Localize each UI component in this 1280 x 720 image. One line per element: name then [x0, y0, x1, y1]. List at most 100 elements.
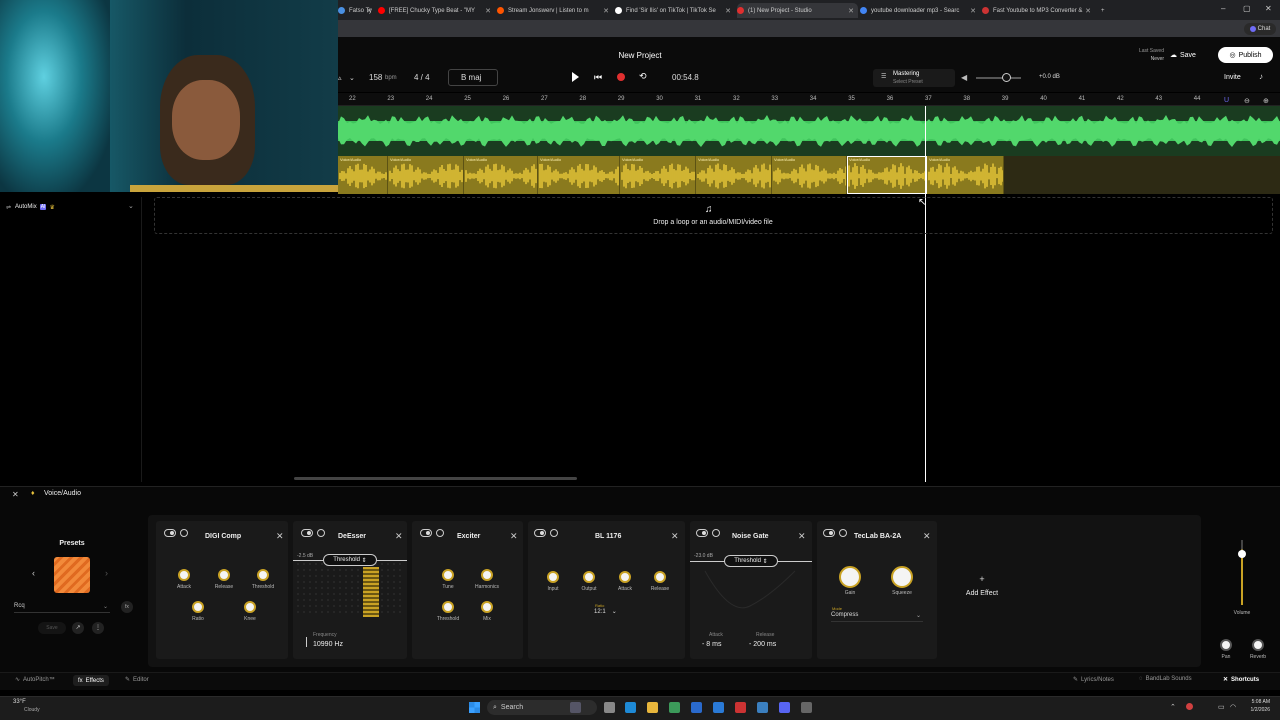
vocal-clip[interactable]: Voice/Audio	[696, 156, 772, 194]
preset-next-icon[interactable]: ›	[105, 568, 108, 578]
project-title[interactable]: New Project	[600, 51, 680, 60]
frequency-value[interactable]: 10990 Hz	[313, 641, 343, 648]
fx-toggle[interactable]	[301, 529, 313, 537]
lyrics-button[interactable]: ✎ Lyrics/Notes	[1073, 676, 1114, 684]
attack-knob[interactable]	[178, 569, 190, 581]
close-icon[interactable]: ✕	[510, 531, 518, 542]
vocal-clip[interactable]: Voice/Audio	[772, 156, 847, 194]
threshold-knob[interactable]	[257, 569, 269, 581]
steam-icon[interactable]	[757, 702, 768, 713]
vocal-clip[interactable]: Voice/Audio	[338, 156, 388, 194]
record-icon[interactable]	[617, 73, 625, 81]
reverb-knob[interactable]	[1252, 639, 1264, 651]
close-icon[interactable]: ✕	[798, 531, 806, 542]
autopitch-tab[interactable]: ∿ AutoPitch™	[15, 676, 55, 684]
pan-knob[interactable]	[1220, 639, 1232, 651]
chrome-icon[interactable]	[669, 702, 680, 713]
horizontal-scrollbar[interactable]	[294, 477, 577, 480]
minimize-icon[interactable]: –	[1221, 4, 1225, 13]
discord-icon[interactable]	[779, 702, 790, 713]
power-icon[interactable]	[712, 529, 720, 537]
fx-toggle[interactable]	[823, 529, 835, 537]
metronome-icon[interactable]: ▵	[338, 74, 342, 82]
close-icon[interactable]: ✕	[923, 531, 931, 542]
key-selector[interactable]	[448, 69, 498, 86]
master-volume-slider[interactable]	[976, 77, 1021, 79]
clock-time[interactable]: 5:08 AM	[1240, 699, 1270, 705]
browser-tab[interactable]: [FREE] Chucky Type Beat - "MY ✕	[378, 3, 495, 18]
shortcuts-button[interactable]: ✕ Shortcuts	[1223, 676, 1259, 684]
gallery-icon[interactable]	[570, 702, 581, 713]
power-icon[interactable]	[550, 529, 558, 537]
browser-tab[interactable]: Find 'Sir Ilis' on TikTok | TikTok Se ✕	[615, 3, 735, 18]
output-knob[interactable]	[583, 571, 595, 583]
volume-thumb[interactable]	[1238, 550, 1246, 558]
preset-thumbnail[interactable]	[54, 557, 90, 593]
preset-dropdown[interactable]: Rcq ⌄	[14, 603, 110, 613]
mode-select[interactable]: Compress ⌄	[831, 612, 923, 622]
tray-app-icon[interactable]	[1186, 703, 1193, 710]
tab-close-icon[interactable]: ✕	[603, 7, 609, 15]
power-icon[interactable]	[839, 529, 847, 537]
save-preset-button[interactable]: Save	[38, 622, 66, 634]
tab-close-icon[interactable]: ✕	[970, 7, 976, 15]
beat-track-clip[interactable]	[338, 106, 1280, 156]
tab-close-icon[interactable]: ✕	[485, 7, 491, 15]
release-value[interactable]: - 200 ms	[749, 641, 776, 648]
task-view-icon[interactable]	[604, 702, 615, 713]
browser-tab[interactable]: youtube downloader mp3 - Searc ✕	[860, 3, 980, 18]
fx-toggle[interactable]	[696, 529, 708, 537]
ratio-select[interactable]: 12:1 ⌄	[594, 608, 617, 616]
clock-date[interactable]: 1/2/2026	[1240, 707, 1270, 713]
vocal-clip[interactable]: Voice/Audio	[538, 156, 620, 194]
invite-button[interactable]: Invite	[1224, 74, 1241, 81]
save-button[interactable]: ☁ Save	[1170, 48, 1196, 62]
media-icon[interactable]	[801, 702, 812, 713]
power-icon[interactable]	[180, 529, 188, 537]
edge-icon[interactable]	[625, 702, 636, 713]
tempo-value[interactable]: 158	[369, 73, 382, 82]
knee-knob[interactable]	[244, 601, 256, 613]
rewind-icon[interactable]: ⏮	[594, 72, 604, 82]
preset-prev-icon[interactable]: ‹	[32, 568, 35, 578]
ratio-knob[interactable]	[192, 601, 204, 613]
wifi-icon[interactable]: ◠	[1230, 703, 1236, 711]
zoom-in-icon[interactable]: ⊕	[1263, 97, 1269, 105]
browser-tab[interactable]: Fatso Ty ✕	[338, 3, 376, 18]
frequency-band[interactable]	[363, 567, 379, 617]
store-icon[interactable]	[691, 702, 702, 713]
power-icon[interactable]	[317, 529, 325, 537]
fx-toggle[interactable]	[420, 529, 432, 537]
time-signature[interactable]: 4 / 4	[414, 73, 430, 82]
close-icon[interactable]: ✕	[395, 531, 403, 542]
vocal-clip[interactable]: Voice/Audio	[927, 156, 1004, 194]
tab-close-icon[interactable]: ✕	[1085, 7, 1091, 15]
vocal-clip[interactable]: Voice/Audio	[847, 156, 927, 194]
loop-icon[interactable]: ⟲	[639, 71, 649, 81]
tab-close-icon[interactable]: ✕	[848, 7, 854, 15]
playhead[interactable]	[925, 106, 926, 482]
threshold-pill[interactable]: Threshold ⇕	[323, 554, 377, 566]
app-icon[interactable]	[735, 702, 746, 713]
squeeze-knob[interactable]	[891, 566, 913, 588]
windows-start-icon[interactable]	[469, 702, 480, 713]
zoom-out-icon[interactable]: ⊖	[1244, 97, 1250, 105]
browser-tab[interactable]: Stream Jonswerv | Listen to m ✕	[497, 3, 613, 18]
fx-toggle[interactable]	[164, 529, 176, 537]
power-icon[interactable]	[436, 529, 444, 537]
release-knob[interactable]	[218, 569, 230, 581]
drop-zone[interactable]	[154, 197, 1273, 234]
tab-close-icon[interactable]: ✕	[725, 7, 731, 15]
publish-button[interactable]: ◎ Publish	[1218, 47, 1273, 63]
input-knob[interactable]	[547, 571, 559, 583]
master-volume-thumb[interactable]	[1002, 73, 1011, 82]
tune-knob[interactable]	[442, 569, 454, 581]
play-icon[interactable]	[572, 72, 579, 82]
plus-icon[interactable]: +	[952, 574, 1012, 584]
track-collapse-icon[interactable]: ⌄	[128, 202, 134, 210]
tab-close-icon[interactable]: ✕	[366, 7, 372, 15]
monitor-icon[interactable]: ▭	[1218, 703, 1225, 711]
gain-knob[interactable]	[839, 566, 861, 588]
files-icon[interactable]	[647, 702, 658, 713]
attack-knob[interactable]	[619, 571, 631, 583]
